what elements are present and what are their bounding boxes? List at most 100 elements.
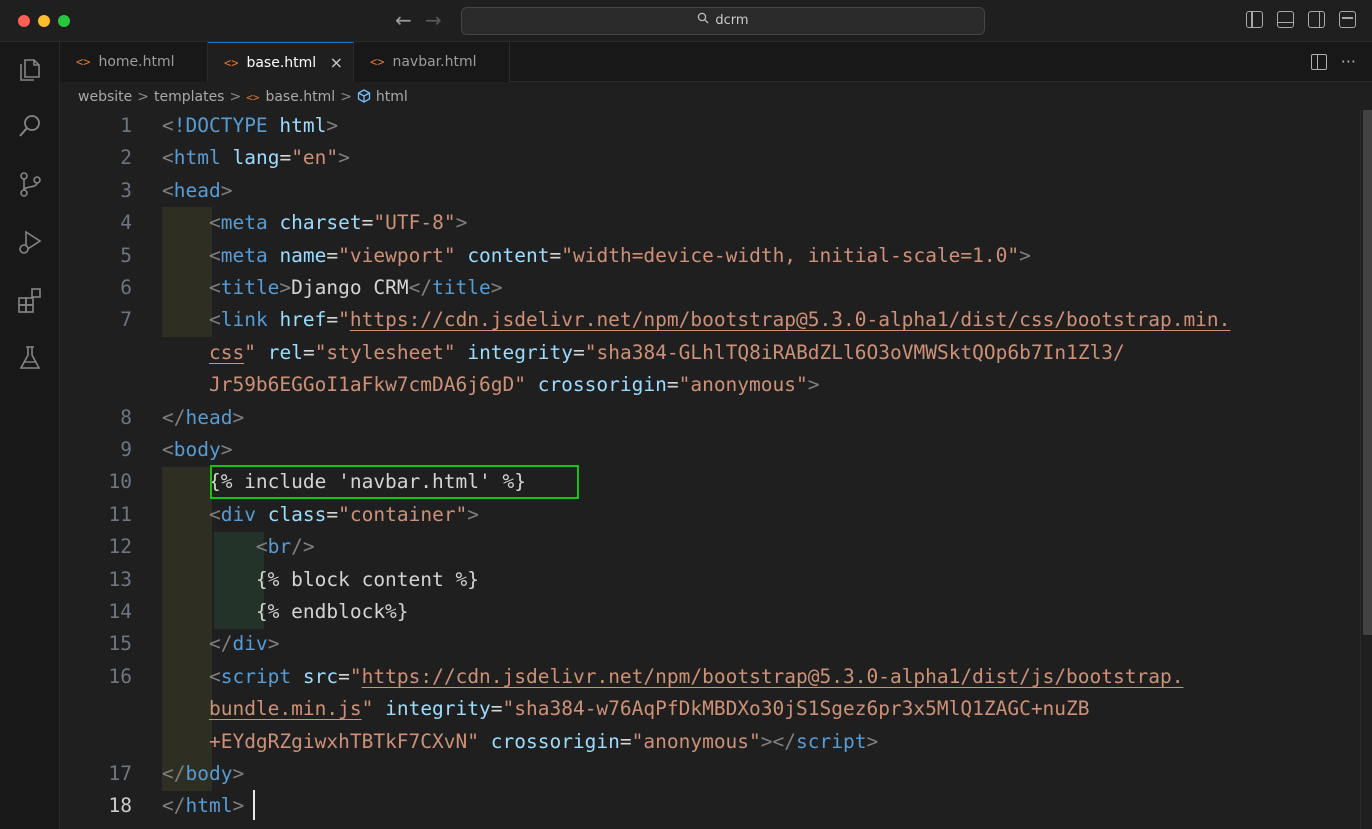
minimize-window-button[interactable] xyxy=(38,15,50,27)
breadcrumb-website[interactable]: website xyxy=(78,89,132,105)
code-token: Django CRM xyxy=(291,276,409,299)
back-arrow-icon[interactable]: ← xyxy=(395,9,412,31)
code-token: integrity xyxy=(467,340,573,364)
code-token: > xyxy=(232,405,245,429)
code-line[interactable]: <body> xyxy=(162,434,232,466)
search-icon xyxy=(698,12,709,24)
breadcrumb-base-html[interactable]: base.html xyxy=(265,89,335,105)
close-tab-icon[interactable]: × xyxy=(330,43,343,83)
search-icon[interactable] xyxy=(16,112,44,140)
scrollbar-thumb[interactable] xyxy=(1363,110,1372,635)
files-icon[interactable] xyxy=(16,56,44,84)
code-line[interactable]: <meta name="viewport" content="width=dev… xyxy=(162,240,1031,272)
tab-home-html[interactable]: <> home.html xyxy=(60,42,208,82)
code-token: = xyxy=(361,211,374,235)
code-line[interactable]: <head> xyxy=(162,175,232,207)
code-token: = xyxy=(338,664,350,688)
code-token: > xyxy=(467,502,480,526)
editor-scrollbar[interactable] xyxy=(1360,110,1372,829)
code-line[interactable]: </head> xyxy=(162,402,244,434)
code-line[interactable]: <!DOCTYPE html> xyxy=(162,110,338,142)
breadcrumb-html[interactable]: html xyxy=(376,89,408,105)
tab-base-html[interactable]: <> base.html × xyxy=(208,42,354,82)
line-number: 8 xyxy=(120,405,132,429)
code-line[interactable]: css" rel="stylesheet" integrity="sha384-… xyxy=(162,337,1125,369)
code-token: </ xyxy=(162,794,186,818)
code-token: < xyxy=(208,502,221,526)
code-token: crossorigin xyxy=(537,373,667,397)
close-window-button[interactable] xyxy=(18,15,30,27)
code-line[interactable]: {% block content %} xyxy=(162,564,479,596)
code-line[interactable]: </body> xyxy=(162,758,244,790)
code-token: </ xyxy=(162,762,186,785)
code-line[interactable]: <script src="https://cdn.jsdelivr.net/np… xyxy=(162,661,1184,693)
code-line[interactable]: +EYdgRZgiwxhTBTkF7CXvN" crossorigin="ano… xyxy=(162,726,878,758)
code-token: "sha384-GLhlTQ8iRABdZLl6O3oVMWSktQOp6b7I… xyxy=(584,340,1125,364)
code-editor[interactable]: 1 2 3 4 5 6 7 8 9 10 11 12 13 14 15 16 17 18 <!DOCTYPE ht… xyxy=(60,110,1360,829)
code-token: script xyxy=(220,664,292,688)
code-line[interactable]: </div> xyxy=(162,628,279,660)
code-token: " xyxy=(361,697,374,721)
code-token: > xyxy=(232,762,245,785)
chevron-right-icon: > xyxy=(229,89,242,105)
toggle-primary-sidebar-icon[interactable] xyxy=(1246,11,1263,28)
title-bar: ← → dcrm xyxy=(0,0,1372,42)
testing-flask-icon[interactable] xyxy=(16,344,44,372)
line-number: 5 xyxy=(120,243,132,267)
code-line[interactable]: <meta charset="UTF-8"> xyxy=(162,207,467,239)
code-token: > xyxy=(1019,243,1031,267)
toggle-secondary-sidebar-icon[interactable] xyxy=(1308,11,1325,28)
code-token: > xyxy=(267,632,280,656)
code-token: </ xyxy=(208,632,233,656)
code-token: < xyxy=(208,243,221,267)
code-token: "anonymous" xyxy=(678,373,808,397)
code-token: head xyxy=(185,405,233,429)
code-token: ></ xyxy=(760,729,797,753)
command-center-search[interactable]: dcrm xyxy=(461,7,985,35)
split-editor-icon[interactable] xyxy=(1310,54,1327,70)
breadcrumb-templates[interactable]: templates xyxy=(154,89,225,105)
code-line[interactable]: <html lang="en"> xyxy=(162,142,350,174)
editor-tab-bar: <> home.html <> base.html × <> navbar.html … xyxy=(60,42,1372,82)
element-cube-icon xyxy=(357,89,371,103)
extensions-icon[interactable] xyxy=(16,286,44,314)
code-token: body xyxy=(173,438,221,461)
code-line[interactable]: </html> xyxy=(162,790,244,822)
line-number: 3 xyxy=(120,178,132,202)
code-token: > xyxy=(455,211,468,235)
code-token: class xyxy=(267,502,327,526)
source-control-icon[interactable] xyxy=(16,170,44,198)
line-number: 9 xyxy=(120,438,132,461)
code-line[interactable]: {% endblock%} xyxy=(162,596,409,628)
more-actions-icon[interactable]: ··· xyxy=(1341,52,1356,71)
code-token: br xyxy=(267,535,292,559)
code-line[interactable]: <link href="https://cdn.jsdelivr.net/npm… xyxy=(162,304,1230,336)
tab-label: navbar.html xyxy=(392,54,477,70)
toggle-panel-icon[interactable] xyxy=(1277,11,1294,28)
code-line[interactable]: bundle.min.js" integrity="sha384-w76AqPf… xyxy=(162,693,1090,725)
code-line[interactable]: <title>Django CRM</title> xyxy=(162,272,503,304)
code-token: body xyxy=(185,762,233,785)
customize-layout-icon[interactable] xyxy=(1339,11,1356,28)
line-number: 2 xyxy=(120,146,132,170)
code-line[interactable]: <br/> xyxy=(162,531,315,563)
maximize-window-button[interactable] xyxy=(58,15,70,27)
code-token: head xyxy=(173,178,221,202)
code-token: meta xyxy=(220,211,268,235)
code-line[interactable]: Jr59b6EGGoI1aFkw7cmDA6j6gD" crossorigin=… xyxy=(162,369,820,401)
forward-arrow-icon[interactable]: → xyxy=(425,9,442,31)
code-token: "UTF-8" xyxy=(373,211,456,235)
layout-controls xyxy=(1246,11,1356,28)
code-token: "en" xyxy=(291,146,339,170)
code-line[interactable]: <div class="container"> xyxy=(162,499,479,531)
code-token: < xyxy=(162,178,174,202)
line-number: 10 xyxy=(108,470,132,494)
line-number: 15 xyxy=(108,632,132,656)
tab-navbar-html[interactable]: <> navbar.html xyxy=(354,42,510,82)
run-debug-icon[interactable] xyxy=(16,228,44,256)
